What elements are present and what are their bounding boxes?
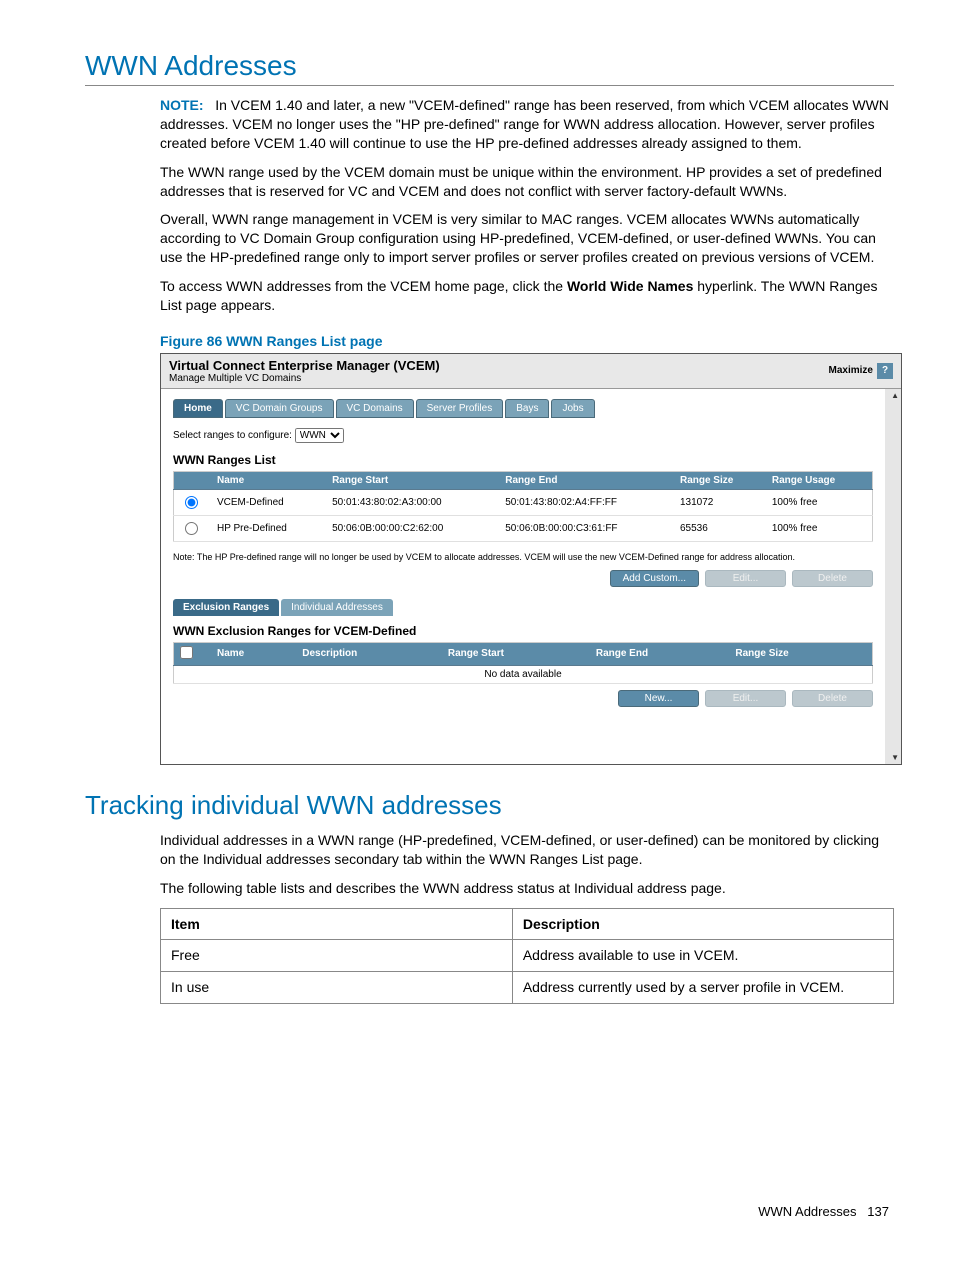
table-row: In use Address currently used by a serve… xyxy=(161,972,894,1004)
col-select xyxy=(174,471,212,489)
help-icon[interactable]: ? xyxy=(877,363,893,379)
row-radio[interactable] xyxy=(185,496,198,509)
app-subtitle: Manage Multiple VC Domains xyxy=(169,373,440,384)
tab-individual-addresses[interactable]: Individual Addresses xyxy=(281,599,393,616)
tab-jobs[interactable]: Jobs xyxy=(551,399,594,418)
tab-vc-domains[interactable]: VC Domains xyxy=(336,399,414,418)
ex-col-range-end: Range End xyxy=(590,642,730,665)
status-col-item: Item xyxy=(161,908,513,940)
col-range-usage: Range Usage xyxy=(766,471,873,489)
main-tabs: Home VC Domain Groups VC Domains Server … xyxy=(173,399,873,418)
scroll-up-icon[interactable]: ▲ xyxy=(891,391,899,400)
tab-bays[interactable]: Bays xyxy=(505,399,549,418)
note-paragraph: NOTE: In VCEM 1.40 and later, a new "VCE… xyxy=(160,96,894,153)
row-radio[interactable] xyxy=(185,522,198,535)
body-text-block: NOTE: In VCEM 1.40 and later, a new "VCE… xyxy=(160,96,894,315)
heading-tracking: Tracking individual WWN addresses xyxy=(85,790,894,821)
sub-tabs: Exclusion Ranges Individual Addresses xyxy=(173,599,873,616)
table-row[interactable]: VCEM-Defined 50:01:43:80:02:A3:00:00 50:… xyxy=(174,489,873,515)
no-data-message: No data available xyxy=(174,665,873,683)
table-row: Free Address available to use in VCEM. xyxy=(161,940,894,972)
col-range-size: Range Size xyxy=(674,471,766,489)
new-button[interactable]: New... xyxy=(618,690,699,707)
range-type-select[interactable]: WWN xyxy=(295,428,344,443)
world-wide-names-link-ref: World Wide Names xyxy=(567,278,693,294)
ex-col-description: Description xyxy=(296,642,442,665)
para5: Individual addresses in a WWN range (HP-… xyxy=(160,831,894,869)
para3: Overall, WWN range management in VCEM is… xyxy=(160,210,894,267)
tab-exclusion-ranges[interactable]: Exclusion Ranges xyxy=(173,599,279,616)
edit-button[interactable]: Edit... xyxy=(705,570,786,587)
exclusion-ranges-title: WWN Exclusion Ranges for VCEM-Defined xyxy=(173,624,873,638)
app-title: Virtual Connect Enterprise Manager (VCEM… xyxy=(169,358,440,373)
range-note: Note: The HP Pre-defined range will no l… xyxy=(173,552,873,562)
tab-home[interactable]: Home xyxy=(173,399,223,418)
table-row[interactable]: HP Pre-Defined 50:06:0B:00:00:C2:62:00 5… xyxy=(174,515,873,541)
delete-button[interactable]: Delete xyxy=(792,570,873,587)
screenshot-figure: Virtual Connect Enterprise Manager (VCEM… xyxy=(160,353,902,765)
tab-vc-domain-groups[interactable]: VC Domain Groups xyxy=(225,399,334,418)
para6: The following table lists and describes … xyxy=(160,879,894,898)
page-footer: WWN Addresses 137 xyxy=(85,1204,894,1219)
delete-button-2[interactable]: Delete xyxy=(792,690,873,707)
figure-caption: Figure 86 WWN Ranges List page xyxy=(160,333,894,349)
ex-col-check xyxy=(174,642,212,665)
screenshot-header: Virtual Connect Enterprise Manager (VCEM… xyxy=(161,354,901,389)
select-ranges-label: Select ranges to configure: xyxy=(173,430,292,441)
tab-server-profiles[interactable]: Server Profiles xyxy=(416,399,504,418)
edit-button-2[interactable]: Edit... xyxy=(705,690,786,707)
exclusion-ranges-table: Name Description Range Start Range End R… xyxy=(173,642,873,684)
wwn-ranges-list-title: WWN Ranges List xyxy=(173,453,873,467)
ex-col-range-start: Range Start xyxy=(442,642,590,665)
para4: To access WWN addresses from the VCEM ho… xyxy=(160,277,894,315)
maximize-link[interactable]: Maximize xyxy=(829,365,873,376)
ex-col-name: Name xyxy=(211,642,296,665)
ex-col-range-size: Range Size xyxy=(729,642,872,665)
heading-wwn-addresses: WWN Addresses xyxy=(85,50,894,86)
select-all-checkbox[interactable] xyxy=(180,646,193,659)
add-custom-button[interactable]: Add Custom... xyxy=(610,570,699,587)
status-col-description: Description xyxy=(512,908,893,940)
wwn-ranges-table: Name Range Start Range End Range Size Ra… xyxy=(173,471,873,542)
scroll-down-icon[interactable]: ▼ xyxy=(891,753,899,762)
status-table: Item Description Free Address available … xyxy=(160,908,894,1005)
note-label: NOTE: xyxy=(160,97,204,113)
col-range-end: Range End xyxy=(499,471,674,489)
para2: The WWN range used by the VCEM domain mu… xyxy=(160,163,894,201)
para1-text: In VCEM 1.40 and later, a new "VCEM-defi… xyxy=(160,97,889,151)
col-range-start: Range Start xyxy=(326,471,499,489)
col-name: Name xyxy=(211,471,326,489)
